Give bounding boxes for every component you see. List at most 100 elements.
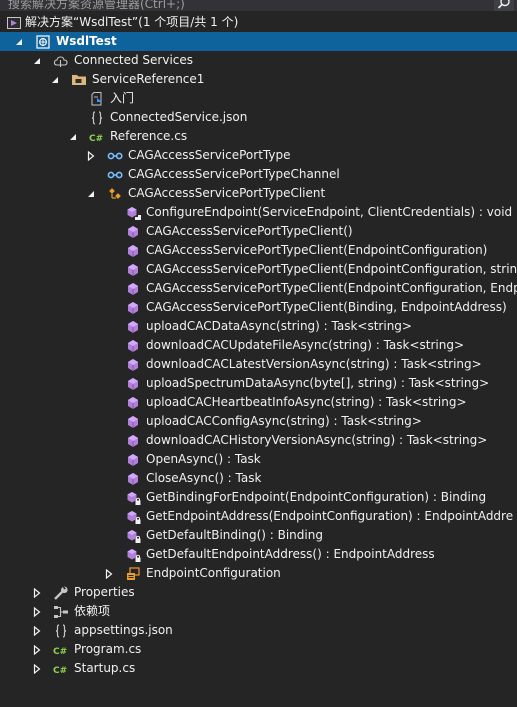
expanded-arrow-icon[interactable] <box>31 51 43 70</box>
expanded-arrow-icon[interactable] <box>49 70 61 89</box>
tree-row-servicereference1[interactable]: ServiceReference1 <box>0 70 517 89</box>
tree-row-label: uploadCACHeartbeatInfoAsync(string) : Ta… <box>146 395 467 409</box>
collapsed-arrow-icon[interactable] <box>31 640 43 659</box>
tree-row-label: CAGAccessServicePortTypeClient(EndpointC… <box>146 243 488 257</box>
tree-row-project-wsdltest[interactable]: WsdlTest <box>0 32 517 51</box>
tree-row-member[interactable]: uploadSpectrumDataAsync(byte[], string) … <box>0 374 517 393</box>
tree-row-member[interactable]: CAGAccessServicePortTypeClient(EndpointC… <box>0 260 517 279</box>
method-icon <box>125 374 141 393</box>
tree-row-member[interactable]: GetBindingForEndpoint(EndpointConfigurat… <box>0 488 517 507</box>
tree-row-member[interactable]: GetDefaultEndpointAddress() : EndpointAd… <box>0 545 517 564</box>
tree-row-label: downloadCACLatestVersionAsync(string) : … <box>146 357 482 371</box>
solution-explorer-tree: 解决方案“WsdlTest”(1 个项目/共 1 个) WsdlTest Con… <box>0 13 517 678</box>
private-method-icon <box>125 507 141 526</box>
tree-row-label: CAGAccessServicePortTypeClient() <box>146 224 353 238</box>
tree-row-reference-cs[interactable]: C# Reference.cs <box>0 127 517 146</box>
method-icon <box>125 260 141 279</box>
tree-row-porttypeclient[interactable]: CAGAccessServicePortTypeClient <box>0 184 517 203</box>
method-icon <box>125 222 141 241</box>
tree-row-startup-cs[interactable]: C# Startup.cs <box>0 659 517 678</box>
private-method-icon <box>125 488 141 507</box>
tree-row-solution[interactable]: 解决方案“WsdlTest”(1 个项目/共 1 个) <box>0 13 517 32</box>
tree-row-label: appsettings.json <box>74 623 173 637</box>
tree-row-endpointconfiguration[interactable]: EndpointConfiguration <box>0 564 517 583</box>
tree-row-member[interactable]: downloadCACUpdateFileAsync(string) : Tas… <box>0 336 517 355</box>
tree-row-label: GetEndpointAddress(EndpointConfiguration… <box>146 509 514 523</box>
tree-row-program-cs[interactable]: C# Program.cs <box>0 640 517 659</box>
search-box[interactable]: 搜索解决方案资源管理器(Ctrl+;) <box>0 0 517 11</box>
tree-row-member[interactable]: uploadCACConfigAsync(string) : Task<stri… <box>0 412 517 431</box>
tree-row-properties[interactable]: Properties <box>0 583 517 602</box>
tree-row-label: downloadCACHistoryVersionAsync(string) :… <box>146 433 488 447</box>
tree-row-label: CloseAsync() : Task <box>146 471 262 485</box>
json-file-icon <box>53 621 69 640</box>
expanded-arrow-icon[interactable] <box>67 127 79 146</box>
tree-row-label: OpenAsync() : Task <box>146 452 261 466</box>
search-icon <box>497 0 510 9</box>
getting-started-icon <box>89 89 105 108</box>
tree-row-member[interactable]: uploadCACHeartbeatInfoAsync(string) : Ta… <box>0 393 517 412</box>
method-icon <box>125 355 141 374</box>
tree-row-connected-services[interactable]: Connected Services <box>0 51 517 70</box>
wrench-icon <box>53 583 69 602</box>
tree-row-member[interactable]: downloadCACHistoryVersionAsync(string) :… <box>0 431 517 450</box>
tree-row-dependencies[interactable]: 依赖项 <box>0 602 517 621</box>
tree-row-label: ConfigureEndpoint(ServiceEndpoint, Clien… <box>146 205 513 219</box>
class-icon <box>107 184 123 203</box>
tree-row-label: GetDefaultEndpointAddress() : EndpointAd… <box>146 547 435 561</box>
tree-row-member[interactable]: uploadCACDataAsync(string) : Task<string… <box>0 317 517 336</box>
interface-icon <box>107 165 123 184</box>
tree-row-label: Reference.cs <box>110 129 188 143</box>
tree-row-member[interactable]: CAGAccessServicePortTypeClient(Binding, … <box>0 298 517 317</box>
search-button[interactable] <box>494 0 514 11</box>
collapsed-arrow-icon[interactable] <box>103 564 115 583</box>
tree-row-member[interactable]: CAGAccessServicePortTypeClient(EndpointC… <box>0 279 517 298</box>
tree-row-member[interactable]: OpenAsync() : Task <box>0 450 517 469</box>
method-icon <box>125 298 141 317</box>
tree-row-member[interactable]: downloadCACLatestVersionAsync(string) : … <box>0 355 517 374</box>
search-input[interactable]: 搜索解决方案资源管理器(Ctrl+;) <box>8 0 185 11</box>
interface-icon <box>107 146 123 165</box>
tree-row-porttype[interactable]: CAGAccessServicePortType <box>0 146 517 165</box>
method-icon <box>125 241 141 260</box>
tree-row-getting-started[interactable]: 入门 <box>0 89 517 108</box>
method-icon <box>125 279 141 298</box>
tree-row-porttypechannel[interactable]: CAGAccessServicePortTypeChannel <box>0 165 517 184</box>
protected-method-icon <box>125 203 141 222</box>
tree-row-label: 依赖项 <box>74 604 111 618</box>
tree-row-member[interactable]: ConfigureEndpoint(ServiceEndpoint, Clien… <box>0 203 517 222</box>
collapsed-arrow-icon[interactable] <box>31 621 43 640</box>
tree-row-label: CAGAccessServicePortTypeChannel <box>128 167 340 181</box>
dependencies-icon <box>53 602 69 621</box>
expanded-arrow-icon[interactable] <box>13 32 25 51</box>
method-icon <box>125 412 141 431</box>
tree-row-label: 解决方案“WsdlTest”(1 个项目/共 1 个) <box>25 15 239 29</box>
expanded-arrow-icon[interactable] <box>85 184 97 203</box>
folder-icon <box>71 70 87 89</box>
tree-row-member[interactable]: CAGAccessServicePortTypeClient(EndpointC… <box>0 241 517 260</box>
private-method-icon <box>125 545 141 564</box>
tree-row-member[interactable]: CAGAccessServicePortTypeClient() <box>0 222 517 241</box>
tree-row-label: EndpointConfiguration <box>146 566 281 580</box>
tree-row-label: WsdlTest <box>56 34 117 48</box>
tree-row-label: Connected Services <box>74 53 194 67</box>
collapsed-arrow-icon[interactable] <box>31 602 43 621</box>
tree-row-member[interactable]: GetDefaultBinding() : Binding <box>0 526 517 545</box>
svg-text:C#: C# <box>53 666 67 676</box>
tree-row-connectedservice-json[interactable]: ConnectedService.json <box>0 108 517 127</box>
tree-row-member[interactable]: GetEndpointAddress(EndpointConfiguration… <box>0 507 517 526</box>
collapsed-arrow-icon[interactable] <box>85 146 97 165</box>
tree-row-label: CAGAccessServicePortTypeClient(EndpointC… <box>146 281 517 295</box>
method-icon <box>125 469 141 488</box>
private-method-icon <box>125 526 141 545</box>
collapsed-arrow-icon[interactable] <box>31 659 43 678</box>
tree-row-appsettings-json[interactable]: appsettings.json <box>0 621 517 640</box>
tree-row-member[interactable]: CloseAsync() : Task <box>0 469 517 488</box>
tree-row-label: Program.cs <box>74 642 142 656</box>
tree-row-label: downloadCACUpdateFileAsync(string) : Tas… <box>146 338 465 352</box>
svg-text:C#: C# <box>53 647 67 657</box>
tree-row-label: uploadCACConfigAsync(string) : Task<stri… <box>146 414 422 428</box>
collapsed-arrow-icon[interactable] <box>31 583 43 602</box>
enum-icon <box>125 564 141 583</box>
tree-row-label: CAGAccessServicePortTypeClient(EndpointC… <box>146 262 517 276</box>
